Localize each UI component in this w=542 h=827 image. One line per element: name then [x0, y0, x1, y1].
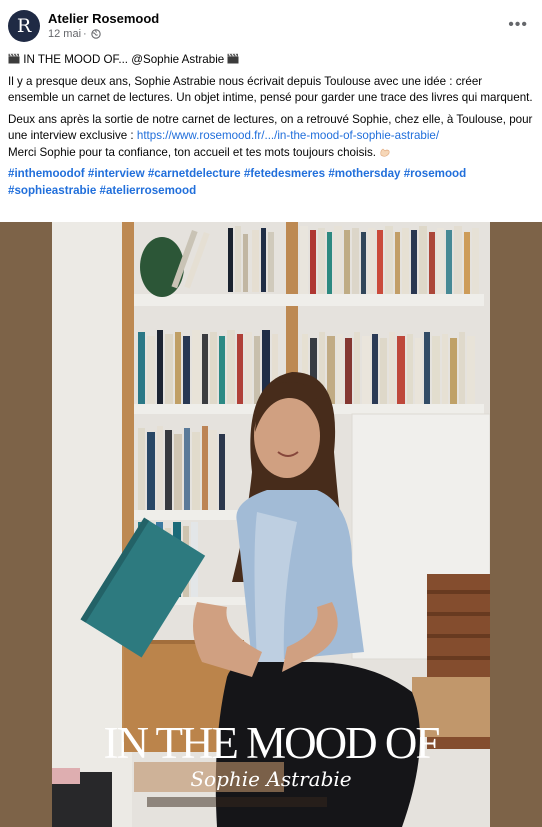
more-options-button[interactable]: •••	[508, 16, 528, 34]
article-link[interactable]: https://www.rosemood.fr/.../in-the-mood-…	[137, 129, 439, 142]
post-text: IN THE MOOD OF... @Sophie Astrabie Il y …	[8, 52, 534, 204]
post-meta: 12 mai ·	[48, 28, 101, 40]
hashtag-link[interactable]: #carnetdelecture	[148, 167, 241, 180]
post-paragraph-1: Il y a presque deux ans, Sophie Astrabie…	[8, 74, 533, 105]
post-date[interactable]: 12 mai	[48, 28, 81, 40]
hashtag-link[interactable]: #fetedesmeres	[244, 167, 325, 180]
clapperboard-icon	[8, 53, 20, 64]
post-title-text: IN THE MOOD OF... @Sophie Astrabie	[23, 53, 225, 66]
page-name-link[interactable]: Atelier Rosemood	[48, 11, 159, 26]
post-image[interactable]: IN THE MOOD OF Sophie Astrabie	[0, 222, 542, 827]
post-title-line: IN THE MOOD OF... @Sophie Astrabie	[8, 52, 534, 69]
paragraph-2-thanks: Merci Sophie pour ta confiance, ton accu…	[8, 145, 376, 159]
avatar[interactable]: R	[8, 10, 40, 42]
hashtag-line: #inthemoodof #interview #carnetdelecture…	[8, 166, 534, 199]
hashtag-link[interactable]: #interview	[88, 167, 145, 180]
facebook-post: R Atelier Rosemood 12 mai · ••• IN THE M…	[0, 0, 542, 827]
clapperboard-icon	[227, 53, 239, 64]
post-paragraph-2: Deux ans après la sortie de notre carnet…	[8, 112, 534, 162]
hashtag-link[interactable]: #inthemoodof	[8, 167, 85, 180]
hashtag-link[interactable]: #rosemood	[404, 167, 467, 180]
hashtag-link[interactable]: #sophieastrabie	[8, 184, 96, 197]
hashtag-link[interactable]: #mothersday	[328, 167, 400, 180]
clapping-hands-icon	[380, 148, 390, 157]
meta-separator: ·	[83, 28, 87, 40]
globe-icon[interactable]	[90, 29, 101, 39]
image-overlay-title: IN THE MOOD OF	[103, 718, 441, 768]
hashtag-link[interactable]: #atelierrosemood	[100, 184, 197, 197]
image-overlay-subtitle: Sophie Astrabie	[190, 767, 352, 791]
post-header: R Atelier Rosemood 12 mai · •••	[8, 10, 534, 50]
